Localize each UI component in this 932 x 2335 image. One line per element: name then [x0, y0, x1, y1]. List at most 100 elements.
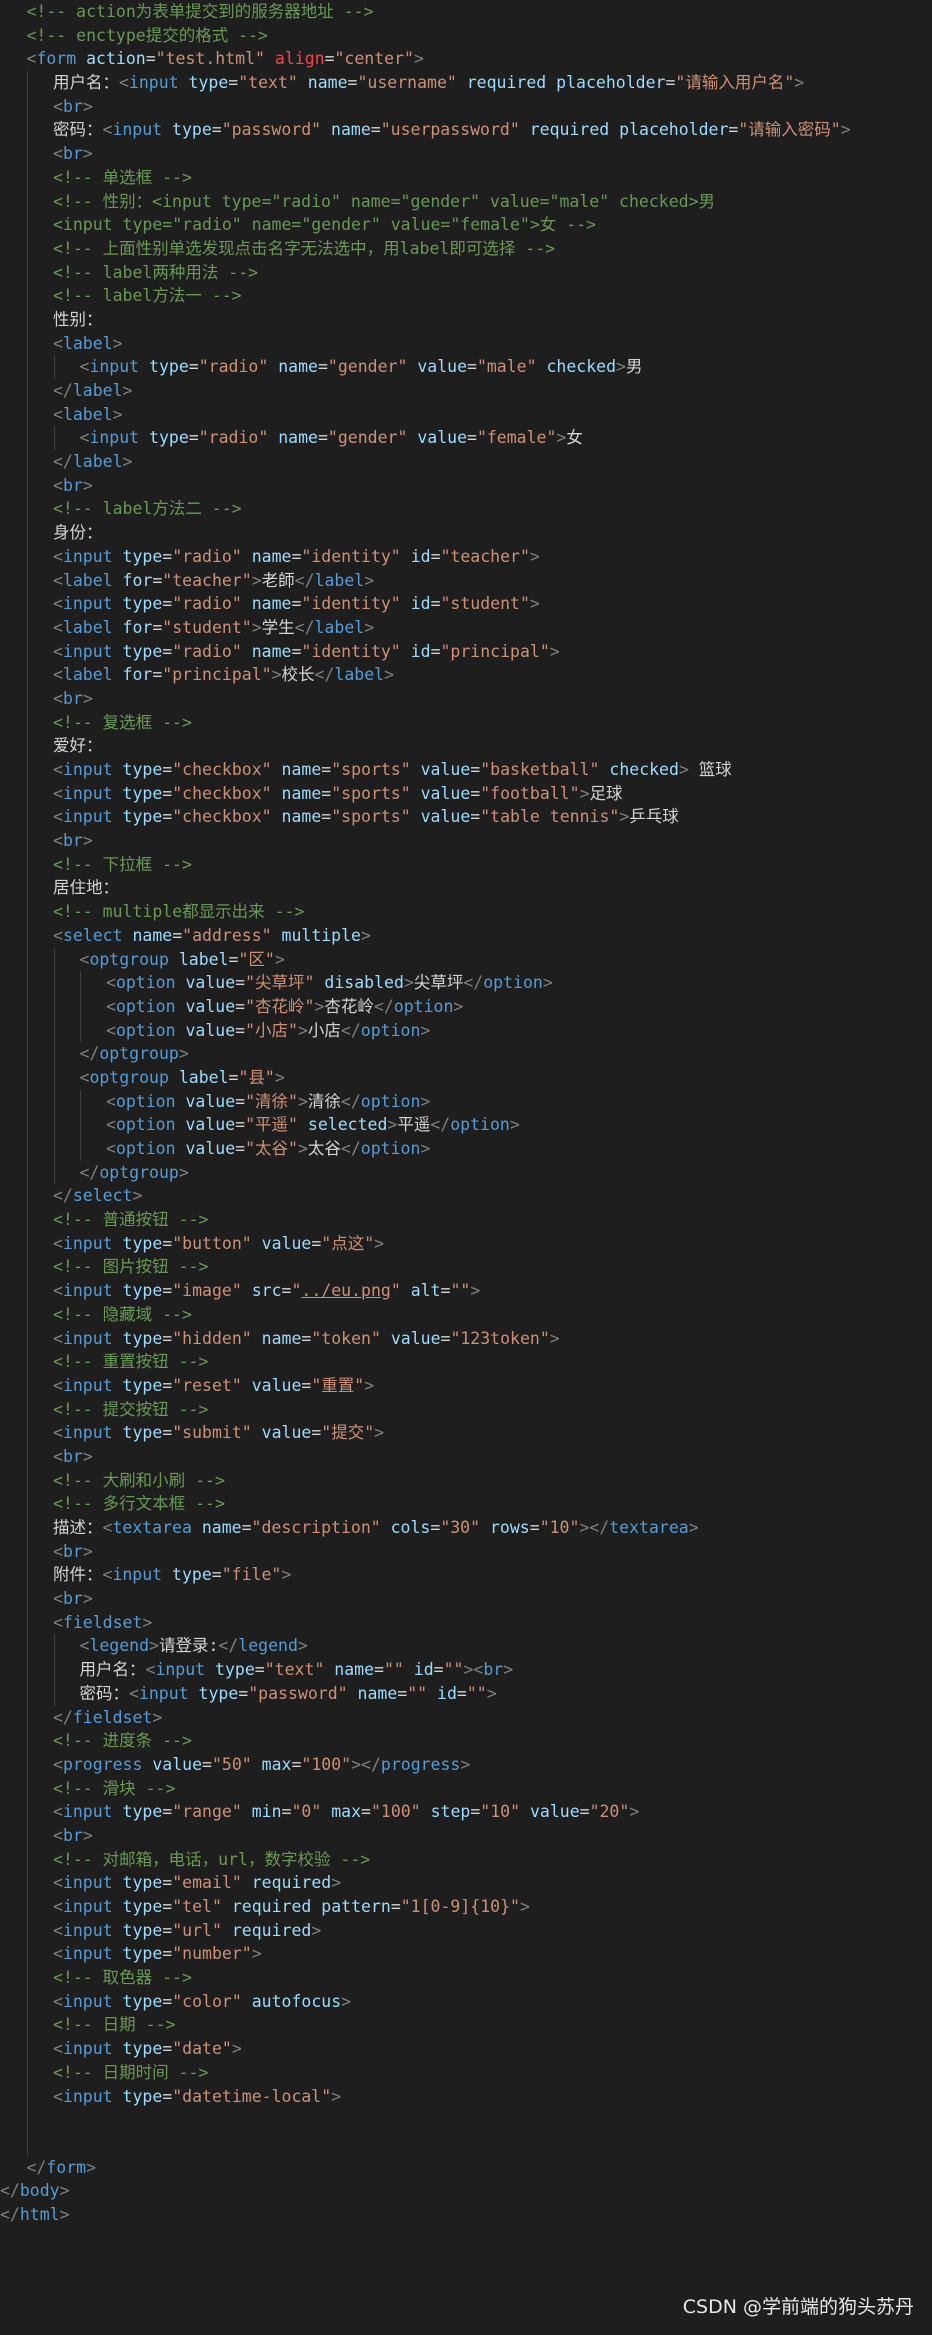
code-line[interactable]: <!-- action为表单提交到的服务器地址 -->: [0, 0, 932, 24]
code-line[interactable]: <!-- 滑块 -->: [0, 1776, 932, 1801]
code-line[interactable]: </html>: [0, 2203, 932, 2227]
code-line[interactable]: <!-- 进度条 -->: [0, 1729, 932, 1753]
code-line[interactable]: <option value="太谷">太谷</option>: [0, 1137, 932, 1161]
code-line[interactable]: <option value="平遥" selected>平遥</option>: [0, 1113, 932, 1137]
code-line[interactable]: <!-- enctype提交的格式 -->: [0, 24, 932, 48]
code-line[interactable]: 密码：<input type="password" name="" id="">: [0, 1681, 932, 1706]
code-line[interactable]: <input type="radio" name="identity" id="…: [0, 544, 932, 569]
code-line[interactable]: <input type="submit" value="提交">: [0, 1421, 932, 1445]
code-line[interactable]: <input type="radio" name="gender" value=…: [0, 355, 932, 379]
code-line[interactable]: 描述：<textarea name="description" cols="30…: [0, 1516, 932, 1540]
code-line[interactable]: <input type="tel" required pattern="1[0-…: [0, 1895, 932, 1919]
code-line[interactable]: <!-- label方法一 -->: [0, 284, 932, 308]
code-line[interactable]: </label>: [0, 379, 932, 403]
code-line[interactable]: <progress value="50" max="100"></progres…: [0, 1752, 932, 1777]
code-line[interactable]: <option value="杏花岭">杏花岭</option>: [0, 994, 932, 1019]
code-line[interactable]: <input type="date">: [0, 2037, 932, 2061]
code-line[interactable]: <!-- 大刷和小刷 -->: [0, 1468, 932, 1493]
code-line[interactable]: </form>: [0, 2156, 932, 2180]
code-line[interactable]: </fieldset>: [0, 1705, 932, 1730]
code-line[interactable]: 密码：<input type="password" name="userpass…: [0, 118, 932, 143]
indent-guide: [27, 1942, 28, 1967]
code-line[interactable]: <br>: [0, 142, 932, 166]
code-line[interactable]: <!-- label方法二 -->: [0, 497, 932, 522]
code-line[interactable]: 爱好：: [0, 734, 932, 758]
code-line[interactable]: <label for="teacher">老師</label>: [0, 568, 932, 593]
token-punctuation: >: [420, 1139, 431, 1158]
code-line[interactable]: <input type="checkbox" name="sports" val…: [0, 805, 932, 830]
code-line[interactable]: <!-- 上面性别单选发现点击名字无法选中，用label即可选择 -->: [0, 236, 932, 261]
code-line[interactable]: <form action="test.html" align="center">: [0, 47, 932, 71]
code-line[interactable]: <optgroup label="县">: [0, 1065, 932, 1090]
code-line[interactable]: <input type="radio" name="identity" id="…: [0, 592, 932, 616]
code-line[interactable]: <!-- 重置按钮 -->: [0, 1350, 932, 1374]
code-line[interactable]: <!-- multiple都显示出来 -->: [0, 900, 932, 924]
code-line[interactable]: <!-- 单选框 -->: [0, 165, 932, 190]
code-line[interactable]: <label>: [0, 402, 932, 427]
code-line[interactable]: <!-- label两种用法 -->: [0, 260, 932, 285]
code-line[interactable]: <optgroup label="区">: [0, 947, 932, 972]
code-line[interactable]: <!-- 普通按钮 -->: [0, 1208, 932, 1232]
code-line[interactable]: <input type="radio" name="gender" value=…: [0, 426, 932, 451]
code-line[interactable]: [0, 2131, 932, 2156]
code-line[interactable]: 用户名：<input type="text" name="" id=""><br…: [0, 1658, 932, 1682]
code-line[interactable]: <input type="email" required>: [0, 1871, 932, 1895]
code-line[interactable]: <!-- 提交按钮 -->: [0, 1397, 932, 1422]
code-line[interactable]: <input type="color" autofocus>: [0, 1989, 932, 2014]
code-line[interactable]: <!-- 对邮箱，电话，url，数字校验 -->: [0, 1847, 932, 1872]
code-line[interactable]: </body>: [0, 2179, 932, 2203]
code-line[interactable]: <option value="尖草坪" disabled>尖草坪</option…: [0, 971, 932, 995]
code-line[interactable]: <!-- 复选框 -->: [0, 710, 932, 735]
code-line[interactable]: <fieldset>: [0, 1610, 932, 1635]
code-line[interactable]: <input type="reset" value="重置">: [0, 1373, 932, 1398]
code-line[interactable]: </optgroup>: [0, 1042, 932, 1066]
code-line[interactable]: <input type="image" src="../eu.png" alt=…: [0, 1279, 932, 1303]
token-punctuation: >: [251, 1944, 262, 1964]
code-line[interactable]: <!-- 多行文本框 -->: [0, 1492, 932, 1516]
code-line[interactable]: <option value="小店">小店</option>: [0, 1018, 932, 1043]
code-line[interactable]: <input type="checkbox" name="sports" val…: [0, 781, 932, 806]
code-line[interactable]: <br>: [0, 1444, 932, 1469]
code-line[interactable]: </label>: [0, 450, 932, 474]
code-line[interactable]: <input type="radio" name="gender" value=…: [0, 213, 932, 237]
code-line[interactable]: <input type="hidden" name="token" value=…: [0, 1326, 932, 1351]
code-editor[interactable]: <!-- action为表单提交到的服务器地址 --> <!-- enctype提…: [0, 0, 932, 2227]
code-line[interactable]: <br>: [0, 94, 932, 119]
code-line[interactable]: <!-- 隐藏域 -->: [0, 1302, 932, 1327]
code-line[interactable]: </optgroup>: [0, 1160, 932, 1185]
code-line[interactable]: <input type="datetime-local">: [0, 2084, 932, 2109]
code-line[interactable]: <input type="button" value="点这">: [0, 1231, 932, 1256]
code-line[interactable]: <br>: [0, 1823, 932, 1848]
code-line[interactable]: <!-- 取色器 -->: [0, 1966, 932, 1990]
code-line[interactable]: 居住地：: [0, 876, 932, 901]
code-line[interactable]: <label>: [0, 331, 932, 356]
code-line[interactable]: <br>: [0, 686, 932, 711]
code-line[interactable]: [0, 2108, 932, 2132]
code-line[interactable]: <legend>请登录:</legend>: [0, 1634, 932, 1659]
code-line[interactable]: <input type="url" required>: [0, 1918, 932, 1943]
code-line[interactable]: <label for="student">学生</label>: [0, 615, 932, 640]
code-line[interactable]: 附件：<input type="file">: [0, 1563, 932, 1588]
code-line[interactable]: <!-- 下拉框 -->: [0, 852, 932, 877]
code-line[interactable]: 用户名：<input type="text" name="username" r…: [0, 71, 932, 95]
token-attribute-name: name: [357, 1683, 398, 1703]
code-line[interactable]: <!-- 图片按钮 -->: [0, 1255, 932, 1280]
code-line[interactable]: <!-- 日期时间 -->: [0, 2060, 932, 2085]
code-line[interactable]: </select>: [0, 1184, 932, 1209]
code-line[interactable]: <input type="radio" name="identity" id="…: [0, 639, 932, 664]
code-line[interactable]: <select name="address" multiple>: [0, 923, 932, 948]
code-line[interactable]: <br>: [0, 1587, 932, 1611]
code-line[interactable]: <br>: [0, 473, 932, 498]
code-line[interactable]: <input type="range" min="0" max="100" st…: [0, 1800, 932, 1824]
code-line[interactable]: <!-- 性别：<input type="radio" name="gender…: [0, 189, 932, 214]
token-punctuation: >: [519, 1897, 530, 1916]
code-line[interactable]: 身份：: [0, 521, 932, 545]
code-line[interactable]: <br>: [0, 1539, 932, 1564]
code-line[interactable]: <input type="checkbox" name="sports" val…: [0, 758, 932, 782]
code-line[interactable]: <input type="number">: [0, 1942, 932, 1967]
code-line[interactable]: <label for="principal">校长</label>: [0, 663, 932, 687]
code-line[interactable]: <br>: [0, 829, 932, 853]
code-line[interactable]: <!-- 日期 -->: [0, 2013, 932, 2038]
code-line[interactable]: 性别：: [0, 307, 932, 332]
code-line[interactable]: <option value="清徐">清徐</option>: [0, 1089, 932, 1114]
